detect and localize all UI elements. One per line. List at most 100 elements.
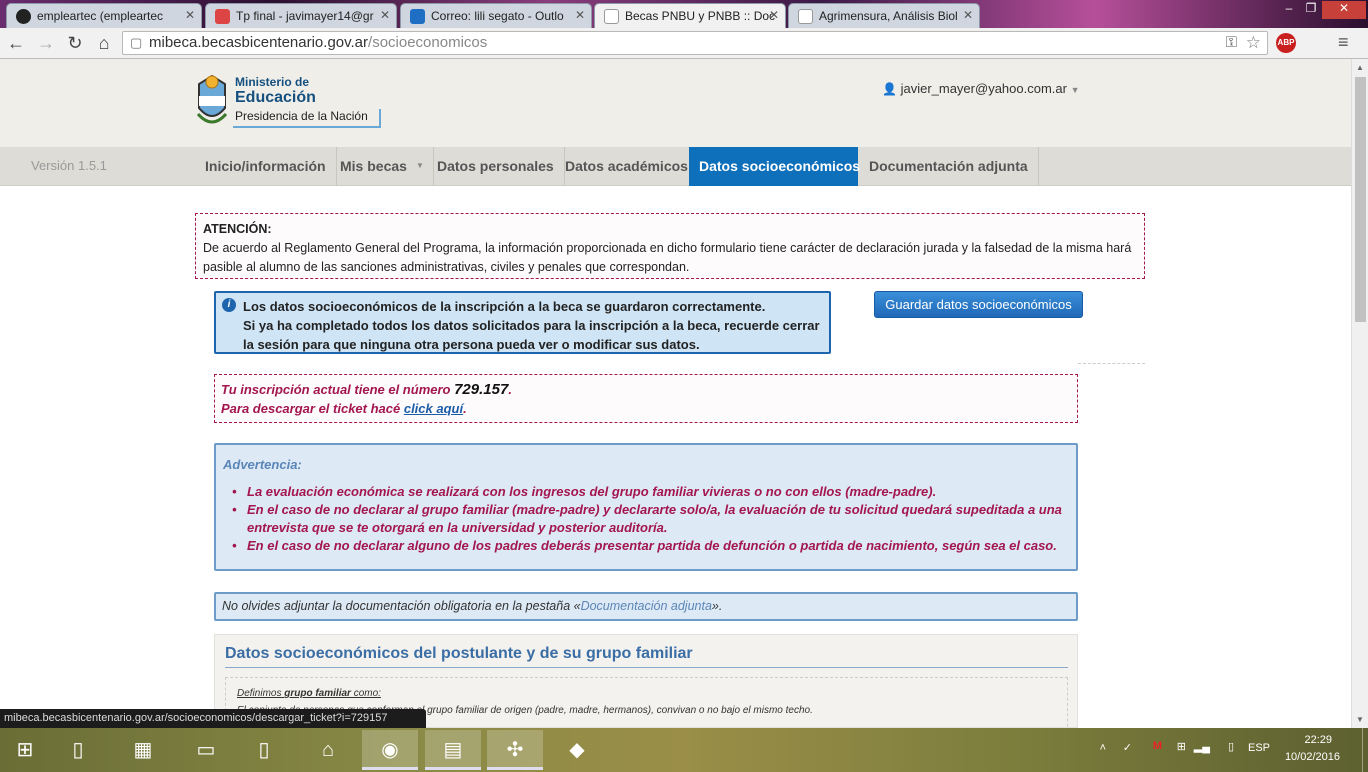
divider: [1078, 363, 1145, 364]
attention-title: ATENCIÓN:: [203, 222, 272, 236]
signal-icon[interactable]: ▂▄: [1194, 740, 1210, 753]
nav-mis-becas[interactable]: Mis becas ▼: [330, 147, 434, 186]
def-bold: grupo familiar: [284, 688, 351, 699]
tab-label: Becas PNBU y PNBB :: Doc: [625, 9, 776, 23]
reminder-suffix: ».: [711, 599, 723, 613]
ticket-suffix: .: [508, 382, 512, 397]
close-icon[interactable]: ✕: [185, 8, 195, 22]
tab-gmail[interactable]: Tp final - javimayer14@gr ✕: [205, 3, 397, 28]
tab-agrimensura[interactable]: Agrimensura, Análisis Biol ✕: [788, 3, 980, 28]
tab-github[interactable]: empleartec (empleartec ✕: [6, 3, 202, 28]
escudo-icon: [196, 74, 228, 124]
def-prefix: Definimos: [237, 688, 285, 699]
tab-outlook[interactable]: Correo: lili segato - Outlo ✕: [400, 3, 592, 28]
back-icon[interactable]: ←: [4, 31, 28, 55]
browser-tab-strip: empleartec (empleartec ✕ Tp final - javi…: [0, 0, 1368, 28]
ticket-box: Tu inscripción actual tiene el número 72…: [214, 374, 1078, 423]
ticket-line2: Para descargar el ticket hacé click aquí…: [221, 399, 1071, 418]
info-icon: i: [222, 298, 236, 312]
home-app-icon[interactable]: ⌂: [300, 730, 356, 770]
close-icon[interactable]: ✕: [769, 8, 779, 22]
adblock-icon[interactable]: ABP: [1276, 33, 1296, 53]
warning-item: La evaluación económica se realizará con…: [232, 483, 1069, 501]
logo-line2: Educación: [235, 89, 316, 106]
nav-mis-becas-label: Mis becas: [340, 158, 407, 174]
success-line1: Los datos socioeconómicos de la inscripc…: [243, 299, 766, 314]
close-icon[interactable]: ✕: [963, 8, 973, 22]
success-message: i Los datos socioeconómicos de la inscri…: [214, 291, 831, 354]
close-icon[interactable]: ✕: [380, 8, 390, 22]
url-host: mibeca.becasbicentenario.gov.ar: [149, 34, 369, 51]
chevron-down-icon: ▼: [1070, 85, 1080, 95]
android-studio-icon[interactable]: ✣: [487, 730, 543, 770]
ticket-number: 729.157: [454, 381, 509, 398]
tab-label: Tp final - javimayer14@gr: [236, 9, 374, 23]
minimize-icon[interactable]: –: [1278, 1, 1300, 19]
github-icon: [16, 9, 31, 24]
status-bar-url: mibeca.becasbicentenario.gov.ar/socioeco…: [0, 709, 426, 729]
attention-text: De acuerdo al Reglamento General del Pro…: [203, 241, 1132, 274]
def-suffix: como:: [350, 688, 381, 699]
reminder-box: No olvides adjuntar la documentación obl…: [214, 592, 1078, 621]
scroll-down-icon[interactable]: ▼: [1356, 715, 1364, 724]
success-line2: Si ya ha completado todos los datos soli…: [243, 318, 820, 352]
file-manager-icon[interactable]: ▤: [425, 730, 481, 770]
show-desktop-button[interactable]: [1362, 728, 1368, 772]
network-check-icon[interactable]: ✓: [1123, 741, 1132, 754]
windows-flag-icon[interactable]: ⊞: [1177, 740, 1186, 753]
nav-inicio[interactable]: Inicio/información: [195, 147, 337, 186]
scroll-up-icon[interactable]: ▲: [1356, 63, 1364, 72]
close-icon[interactable]: ✕: [575, 8, 585, 22]
clock-date[interactable]: 10/02/2016: [1285, 751, 1340, 763]
start-icon[interactable]: ⊞: [0, 730, 50, 770]
folder-icon[interactable]: ▯: [236, 730, 292, 770]
tab-label: Agrimensura, Análisis Biol: [819, 9, 958, 23]
menu-icon[interactable]: ≡: [1338, 32, 1349, 53]
nav-datos-academicos[interactable]: Datos académicos: [555, 147, 699, 186]
ticket-line2-suffix: .: [463, 401, 467, 416]
restore-icon[interactable]: ❐: [1300, 1, 1322, 19]
chevron-down-icon: ▼: [416, 161, 424, 170]
page-icon: [798, 9, 813, 24]
page-info-icon: ▢: [130, 35, 143, 50]
language-indicator[interactable]: ESP: [1248, 742, 1270, 754]
warning-list: La evaluación económica se realizará con…: [223, 483, 1069, 555]
download-ticket-link[interactable]: click aquí: [404, 401, 463, 416]
warning-title: Advertencia:: [223, 457, 302, 472]
chrome-icon[interactable]: ◉: [362, 730, 418, 770]
close-window-icon[interactable]: ✕: [1322, 1, 1366, 19]
page-icon: [604, 9, 619, 24]
nav-datos-socioeconomicos[interactable]: Datos socioeconómicos: [689, 147, 860, 186]
key-icon[interactable]: ⚿: [1226, 32, 1237, 54]
page-scrollbar[interactable]: ▲ ▼: [1351, 59, 1368, 728]
tab-becas[interactable]: Becas PNBU y PNBB :: Doc ✕: [594, 3, 786, 28]
version-label: Versión 1.5.1: [31, 158, 107, 173]
documentacion-link[interactable]: Documentación adjunta: [581, 599, 712, 613]
file-explorer-icon[interactable]: ▯: [50, 730, 106, 770]
nav-datos-personales[interactable]: Datos personales: [427, 147, 565, 186]
user-icon: 👤: [882, 82, 897, 96]
bookmark-star-icon[interactable]: ☆: [1246, 32, 1261, 54]
forward-icon[interactable]: →: [34, 31, 58, 55]
address-bar[interactable]: ▢ mibeca.becasbicentenario.gov.ar/socioe…: [122, 31, 1268, 55]
save-button[interactable]: Guardar datos socioeconómicos: [874, 291, 1083, 318]
reload-icon[interactable]: ↻: [63, 31, 87, 55]
computer-icon[interactable]: ▭: [178, 730, 234, 770]
browser-toolbar: ← → ↻ ⌂ ▢ mibeca.becasbicentenario.gov.a…: [0, 28, 1368, 59]
gmail-icon: [215, 9, 230, 24]
home-icon[interactable]: ⌂: [92, 31, 116, 55]
section-title: Datos socioeconómicos del postulante y d…: [225, 645, 1068, 668]
mega-icon[interactable]: M: [1153, 740, 1162, 752]
control-panel-icon[interactable]: ▦: [115, 730, 171, 770]
tray-chevron-icon[interactable]: ˄: [1100, 742, 1106, 754]
clock-time[interactable]: 22:29: [1304, 734, 1332, 746]
app-icon[interactable]: ◆: [549, 730, 605, 770]
user-menu[interactable]: 👤 javier_mayer@yahoo.com.ar ▼: [882, 81, 1080, 96]
battery-icon[interactable]: ▯: [1228, 740, 1234, 753]
nav-documentacion[interactable]: Documentación adjunta: [859, 147, 1039, 186]
ticket-line1: Tu inscripción actual tiene el número 72…: [221, 380, 1071, 399]
definition-heading: Definimos grupo familiar como:: [237, 685, 1056, 702]
logo-line3: Presidencia de la Nación: [233, 109, 381, 128]
scrollbar-thumb[interactable]: [1355, 77, 1366, 322]
user-email: javier_mayer@yahoo.com.ar: [900, 81, 1067, 96]
